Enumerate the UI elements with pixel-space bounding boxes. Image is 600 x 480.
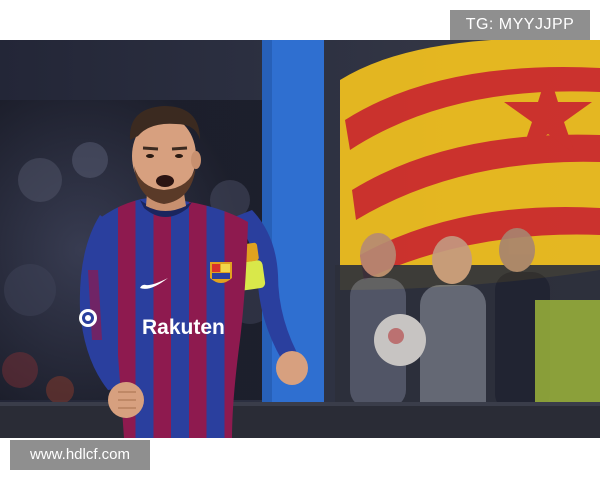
- player-right-fist: [276, 351, 308, 385]
- sponsor-text: Rakuten: [142, 316, 225, 339]
- photo: Rakuten: [0, 40, 600, 438]
- watermark-tg: TG: MYYJJPP: [450, 10, 590, 40]
- watermark-site: www.hdlcf.com: [10, 440, 150, 470]
- ad-board: [0, 402, 600, 438]
- champions-league-badge-icon: [79, 309, 97, 327]
- club-crest-icon: [210, 262, 232, 283]
